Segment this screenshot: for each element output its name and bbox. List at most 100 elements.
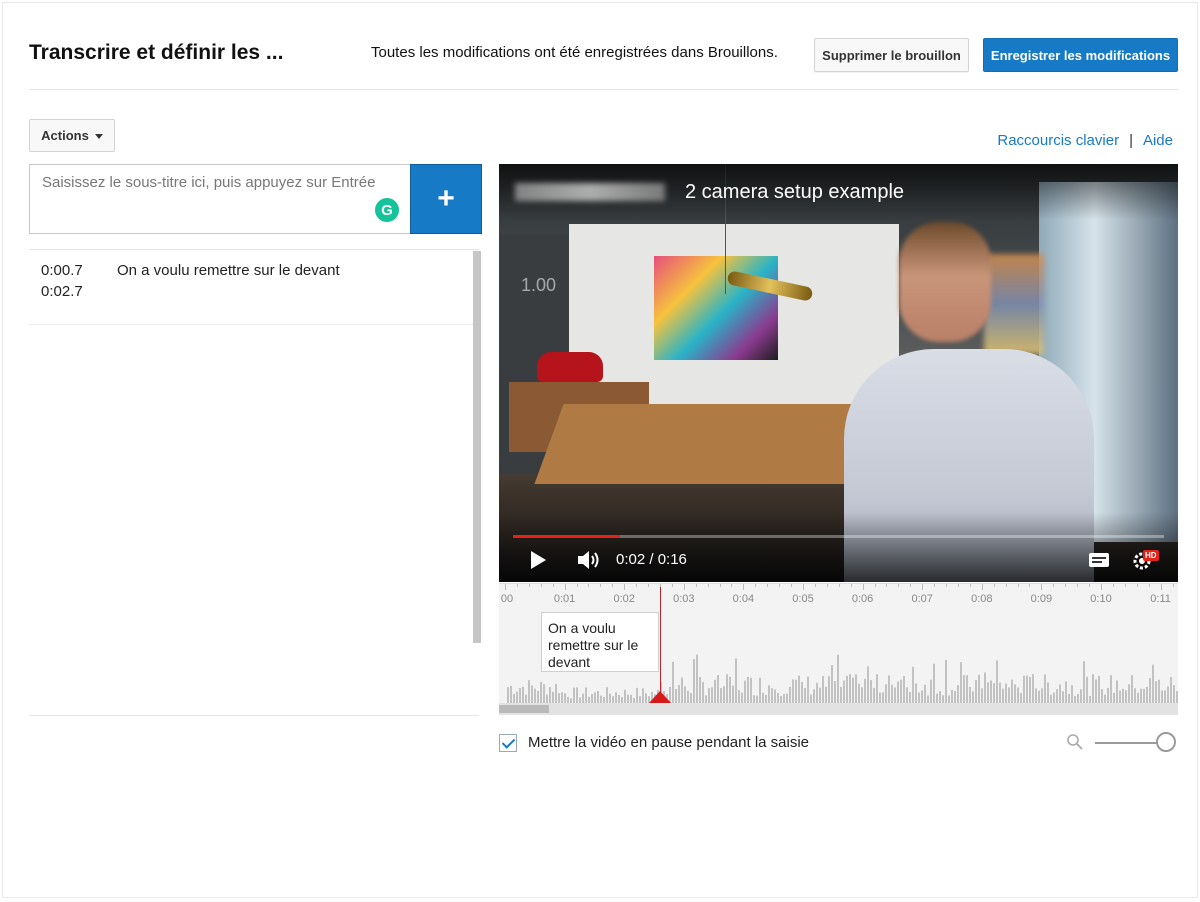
waveform-bar	[1107, 687, 1109, 704]
add-caption-button[interactable]: +	[410, 164, 482, 234]
plus-icon: +	[437, 182, 455, 215]
caption-row[interactable]: 0:00.7 0:02.7 On a voulu remettre sur le…	[29, 250, 479, 325]
caption-list-scrollbar[interactable]	[473, 251, 481, 643]
timeline-minor-tick	[874, 584, 876, 587]
caption-text[interactable]: On a voulu remettre sur le devant	[117, 262, 340, 279]
waveform-bar	[1017, 687, 1019, 704]
timeline-scrollbar-thumb[interactable]	[499, 705, 549, 713]
timeline-minor-tick	[886, 584, 888, 587]
caret-down-icon	[94, 133, 103, 139]
play-icon[interactable]	[531, 551, 546, 569]
grammarly-icon[interactable]: G	[375, 198, 399, 222]
waveform-bar	[900, 679, 902, 704]
pause-while-typing-checkbox[interactable]	[499, 734, 517, 752]
waveform-bar	[945, 659, 947, 704]
timeline-minor-tick	[779, 584, 781, 587]
waveform-bar	[1095, 679, 1097, 704]
volume-icon[interactable]	[576, 548, 602, 572]
timeline-minor-tick	[957, 584, 959, 587]
caption-timeline[interactable]: On a voulu remettre sur le devant 00 0:01…	[499, 583, 1178, 704]
waveform-bar	[771, 688, 773, 704]
waveform-bar	[1140, 688, 1142, 704]
subtitles-icon[interactable]	[1089, 553, 1109, 567]
waveform-bar	[990, 680, 992, 704]
waveform-bar	[1143, 688, 1145, 704]
waveform-bar	[534, 688, 536, 704]
waveform-bar	[1026, 675, 1028, 704]
actions-dropdown-button[interactable]: Actions	[29, 119, 115, 152]
timeline-minor-tick	[719, 584, 721, 587]
timeline-scrollbar[interactable]	[499, 703, 1178, 715]
timeline-playhead[interactable]	[660, 584, 661, 704]
video-scene-painting	[654, 256, 778, 360]
waveform-bar	[573, 687, 575, 704]
waveform-bar	[1125, 690, 1127, 704]
waveform-bar	[819, 687, 821, 704]
video-time-display: 0:02 / 0:16	[616, 551, 687, 568]
caption-end-time[interactable]: 0:02.7	[41, 283, 83, 300]
timeline-minor-tick	[612, 584, 614, 587]
waveform-bar	[1065, 681, 1067, 704]
waveform-bar	[1131, 675, 1133, 704]
waveform-bar	[897, 681, 899, 704]
timeline-tick	[862, 584, 864, 590]
timeline-tick-label: 0:02	[613, 593, 635, 605]
discard-draft-button[interactable]: Supprimer le brouillon	[814, 38, 969, 72]
caption-input[interactable]	[30, 165, 410, 233]
waveform-bar	[888, 675, 890, 704]
waveform-bar	[876, 674, 878, 704]
timeline-tick-label: 0:04	[732, 593, 755, 605]
video-title[interactable]: 2 camera setup example	[685, 181, 904, 204]
timeline-minor-tick	[850, 584, 852, 587]
waveform-bar	[975, 680, 977, 704]
waveform-bar	[960, 662, 962, 704]
waveform-bar	[906, 687, 908, 704]
waveform-bar	[951, 689, 953, 704]
waveform-bar	[1167, 686, 1169, 704]
waveform-bar	[831, 665, 833, 704]
waveform-bar	[681, 677, 683, 704]
video-scene-blurred-poster	[984, 254, 1044, 354]
waveform-bar	[843, 680, 845, 704]
timeline-caption-block[interactable]: On a voulu remettre sur le devant	[541, 612, 659, 672]
timeline-minor-tick	[1124, 584, 1126, 587]
waveform-bar	[930, 679, 932, 704]
help-link[interactable]: Aide	[1143, 132, 1173, 149]
timeline-tick	[922, 584, 924, 590]
pause-while-typing-label[interactable]: Mettre la vidéo en pause pendant la sais…	[528, 734, 809, 751]
zoom-slider-handle[interactable]	[1156, 732, 1176, 752]
playhead-marker-icon[interactable]	[649, 691, 671, 703]
waveform-bar	[735, 658, 737, 704]
waveform-bar	[1170, 676, 1172, 704]
waveform-bar	[969, 686, 971, 704]
timeline-minor-tick	[528, 584, 530, 587]
timeline-minor-tick	[1089, 584, 1091, 587]
video-progress-bar[interactable]	[513, 535, 1164, 538]
waveform-bar	[963, 675, 965, 704]
waveform-bar	[507, 687, 509, 704]
actions-label: Actions	[41, 128, 89, 143]
waveform-bar	[795, 679, 797, 704]
waveform-bar	[993, 683, 995, 704]
waveform-bar	[678, 685, 680, 704]
waveform-bar	[606, 687, 608, 704]
timeline-tick	[1160, 584, 1162, 590]
keyboard-shortcuts-link[interactable]: Raccourcis clavier	[997, 132, 1119, 149]
caption-start-time[interactable]: 0:00.7	[41, 262, 83, 279]
waveform-bar	[867, 666, 869, 704]
waveform-bar	[1038, 690, 1040, 704]
timeline-minor-tick	[659, 584, 661, 587]
waveform-bar	[1047, 682, 1049, 704]
waveform-bar	[750, 677, 752, 704]
video-player[interactable]: 1.00 2 camera setup example 0:02 / 0:16 …	[499, 164, 1178, 582]
timeline-minor-tick	[588, 584, 590, 587]
waveform-bar	[891, 684, 893, 704]
timeline-minor-tick	[767, 584, 769, 587]
timeline-tick-label: 0:11	[1150, 593, 1171, 605]
waveform-bar	[774, 689, 776, 704]
zoom-slider-track[interactable]	[1095, 742, 1159, 744]
waveform-bar	[837, 654, 839, 704]
waveform-bar	[1071, 685, 1073, 704]
save-changes-button[interactable]: Enregistrer les modifications	[983, 38, 1178, 72]
timeline-minor-tick	[969, 584, 971, 587]
